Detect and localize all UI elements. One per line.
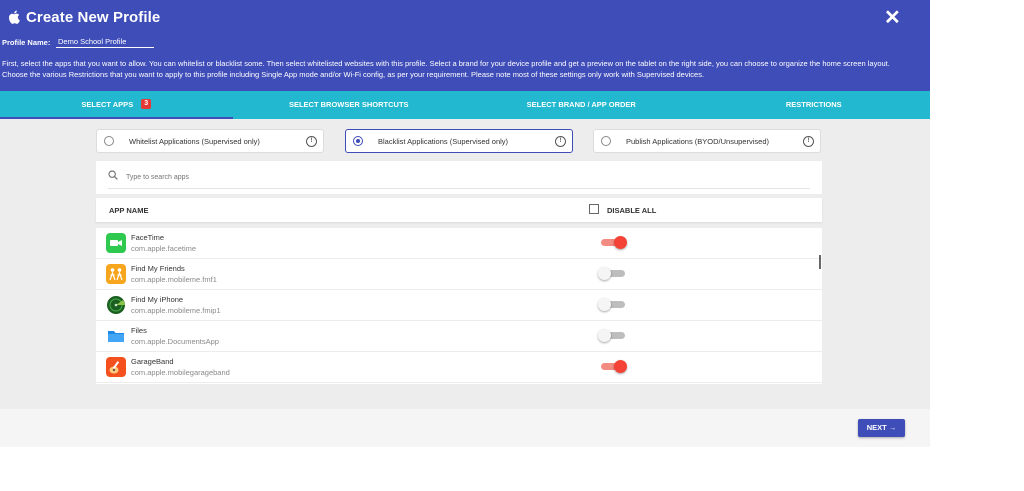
find-my-friends-icon — [106, 264, 126, 284]
radio-button[interactable] — [353, 136, 363, 146]
facetime-icon — [106, 233, 126, 253]
table-row: Files com.apple.DocumentsApp — [96, 321, 822, 352]
footer-bar — [0, 409, 930, 447]
table-row: Find My iPhone com.apple.mobileme.fmip1 — [96, 290, 822, 321]
app-bundle-id: com.apple.DocumentsApp — [131, 337, 219, 346]
app-name: Find My Friends — [131, 264, 185, 273]
tab-label: RESTRICTIONS — [785, 100, 842, 109]
find-my-iphone-icon — [106, 295, 126, 315]
app-toggle[interactable] — [598, 297, 628, 313]
table-row: GarageBand com.apple.mobilegarageband — [96, 352, 822, 383]
tab-select-apps[interactable]: SELECT APPS 3 — [0, 91, 233, 119]
app-name: Find My iPhone — [131, 295, 184, 304]
app-bundle-id: com.apple.mobileme.fmf1 — [131, 275, 217, 284]
files-icon — [106, 326, 126, 346]
app-name-column-header: APP NAME — [109, 206, 149, 215]
disable-all-label: DISABLE ALL — [607, 206, 657, 215]
search-underline — [108, 188, 810, 189]
close-icon[interactable]: ✕ — [884, 8, 901, 28]
info-icon[interactable]: ! — [555, 136, 566, 147]
radio-button[interactable] — [601, 136, 611, 146]
selected-count-badge: 3 — [141, 99, 152, 110]
whitelist-mode-option[interactable]: Whitelist Applications (Supervised only)… — [96, 129, 324, 153]
search-icon — [108, 170, 118, 180]
mode-label: Blacklist Applications (Supervised only) — [378, 137, 509, 146]
next-button[interactable]: NEXT → — [858, 419, 905, 437]
tab-label: SELECT BRAND / APP ORDER — [526, 100, 636, 109]
tab-label: SELECT BROWSER SHORTCUTS — [288, 100, 409, 109]
app-bundle-id: com.apple.facetime — [131, 244, 197, 253]
app-name: GarageBand — [131, 357, 174, 366]
tab-label: SELECT APPS — [81, 100, 134, 109]
app-window: Create New Profile ✕ Profile Name: First… — [0, 0, 930, 447]
apple-logo-icon — [8, 10, 20, 24]
app-toggle[interactable] — [598, 266, 628, 282]
table-row: FaceTime com.apple.facetime — [96, 228, 822, 259]
app-toggle[interactable] — [598, 328, 628, 344]
search-input[interactable] — [126, 171, 806, 183]
mode-label: Publish Applications (BYOD/Unsupervised) — [626, 137, 769, 146]
radio-button[interactable] — [104, 136, 114, 146]
app-name: FaceTime — [131, 233, 165, 242]
profile-name-label: Profile Name: — [2, 38, 51, 47]
tab-select-browser-shortcuts[interactable]: SELECT BROWSER SHORTCUTS — [233, 91, 466, 119]
tab-select-brand-app-order[interactable]: SELECT BRAND / APP ORDER — [465, 91, 698, 119]
publish-mode-option[interactable]: Publish Applications (BYOD/Unsupervised)… — [593, 129, 821, 153]
app-list: FaceTime com.apple.facetime Find My Frie… — [96, 228, 822, 384]
search-panel — [96, 161, 822, 194]
app-bundle-id: com.apple.mobileme.fmip1 — [131, 306, 221, 315]
app-name: Files — [131, 326, 147, 335]
mode-label: Whitelist Applications (Supervised only) — [129, 137, 260, 146]
app-toggle[interactable] — [598, 359, 628, 375]
page-title: Create New Profile — [26, 9, 161, 26]
header: Create New Profile ✕ Profile Name: First… — [0, 0, 930, 91]
info-icon[interactable]: ! — [803, 136, 814, 147]
tab-restrictions[interactable]: RESTRICTIONS — [698, 91, 931, 119]
profile-name-input[interactable] — [56, 36, 154, 48]
list-scrollbar[interactable] — [819, 255, 821, 269]
garageband-icon — [106, 357, 126, 377]
table-row: Find My Friends com.apple.mobileme.fmf1 — [96, 259, 822, 290]
app-bundle-id: com.apple.mobilegarageband — [131, 368, 230, 377]
tab-bar: SELECT APPS 3 SELECT BROWSER SHORTCUTS SE… — [0, 91, 930, 119]
disable-all-checkbox[interactable] — [589, 204, 599, 214]
info-icon[interactable]: ! — [306, 136, 317, 147]
instructions-text: First, select the apps that you want to … — [2, 59, 890, 79]
app-toggle[interactable] — [598, 235, 628, 251]
table-header: APP NAME DISABLE ALL — [96, 198, 822, 222]
blacklist-mode-option[interactable]: Blacklist Applications (Supervised only)… — [345, 129, 573, 153]
